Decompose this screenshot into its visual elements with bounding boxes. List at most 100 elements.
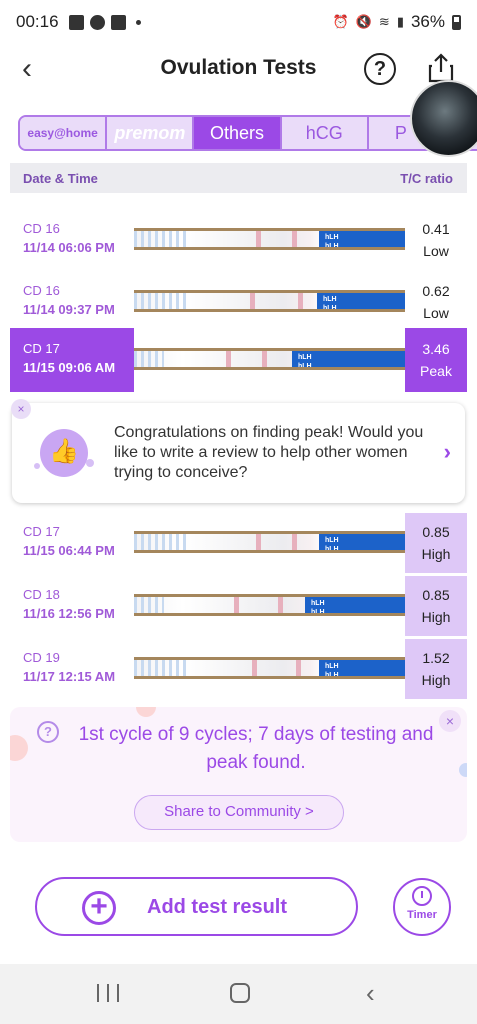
mute-icon: 🔇: [355, 14, 372, 29]
cycle-day: CD 16: [23, 221, 60, 236]
test-datetime: 11/15 09:06 AM: [23, 360, 116, 375]
notification-icons: [68, 14, 141, 30]
test-row[interactable]: CD 19 11/17 12:15 AM hLH hLH 1.52 High: [10, 639, 467, 699]
checkbox-icon: [110, 14, 126, 30]
system-nav-bar: ‹: [0, 964, 477, 1024]
test-row[interactable]: CD 17 11/15 06:44 PM hLH hLH 0.85 High: [10, 513, 467, 573]
test-line: [256, 231, 261, 247]
system-icons: ⏰ 🔇 ≋ ▮ 36%: [333, 12, 461, 32]
ratio-value: 1.52: [422, 650, 450, 666]
test-date: CD 16 11/14 09:37 PM: [10, 272, 134, 332]
status-bar: 00:16 ⏰ 🔇 ≋ ▮ 36%: [0, 0, 477, 44]
test-line: [234, 597, 239, 613]
test-strip-image: hLH hLH: [134, 228, 405, 250]
signal-icon: ▮: [396, 14, 404, 29]
help-button[interactable]: ?: [364, 53, 396, 85]
tc-ratio: 0.62 Low: [405, 272, 467, 332]
add-test-result-button[interactable]: + Add test result: [35, 877, 358, 936]
strip-absorbent-end: [134, 660, 190, 676]
strip-handle: hLH hLH: [317, 293, 405, 309]
ratio-level: High: [421, 609, 451, 625]
recent-apps-button[interactable]: [97, 984, 119, 1002]
strip-absorbent-end: [134, 597, 164, 613]
test-line: [226, 351, 231, 367]
tc-ratio: 3.46 Peak: [405, 328, 467, 392]
column-ratio: T/C ratio: [400, 170, 453, 186]
test-strip-image: hLH hLH: [134, 657, 405, 679]
ratio-value: 3.46: [422, 341, 450, 357]
table-header: Date & Time T/C ratio: [10, 163, 467, 193]
strip-handle: hLH hLH: [319, 534, 405, 550]
tab-hcg[interactable]: hCG: [281, 117, 369, 149]
decor-bubble: [86, 459, 94, 467]
control-line: [296, 660, 301, 676]
test-date: CD 17 11/15 09:06 AM: [10, 328, 134, 392]
ratio-value: 0.41: [422, 221, 450, 237]
tab-others[interactable]: Others: [194, 117, 282, 149]
plus-icon: +: [82, 891, 116, 925]
add-test-label: Add test result: [147, 896, 288, 918]
test-date: CD 18 11/16 12:56 PM: [10, 576, 134, 636]
share-to-community-button[interactable]: Share to Community >: [134, 795, 344, 830]
control-line: [292, 534, 297, 550]
test-row[interactable]: CD 16 11/14 06:06 PM hLH hLH 0.41 Low: [10, 210, 467, 270]
decor-bubble: [34, 463, 40, 469]
strip-handle: hLH hLH: [305, 597, 405, 613]
ratio-level: High: [421, 546, 451, 562]
brand-tabs: easy@home premom Others hCG P: [18, 115, 477, 151]
tc-ratio: 0.85 High: [405, 513, 467, 573]
ratio-value: 0.62: [422, 283, 450, 299]
cycle-day: CD 19: [23, 650, 60, 665]
test-date: CD 17 11/15 06:44 PM: [10, 513, 134, 573]
cycle-day: CD 18: [23, 587, 60, 602]
app-header: ‹ Ovulation Tests ?: [0, 44, 477, 94]
test-row[interactable]: CD 16 11/14 09:37 PM hLH hLH 0.62 Low: [10, 272, 467, 332]
cycle-day: CD 16: [23, 283, 60, 298]
cycle-summary-text: 1st cycle of 9 cycles; 7 days of testing…: [78, 724, 434, 773]
tab-easyhome[interactable]: easy@home: [20, 117, 108, 149]
test-date: CD 19 11/17 12:15 AM: [10, 639, 134, 699]
strip-handle: hLH hLH: [319, 231, 405, 247]
test-row-peak[interactable]: CD 17 11/15 09:06 AM hLH hLH 3.46 Peak: [10, 328, 467, 392]
test-strip-image: hLH hLH: [134, 531, 405, 553]
strip-absorbent-end: [134, 231, 190, 247]
test-line: [252, 660, 257, 676]
timer-button[interactable]: Timer: [393, 878, 451, 936]
system-back-button[interactable]: ‹: [366, 978, 375, 1009]
battery-icon: [452, 14, 461, 30]
test-line: [256, 534, 261, 550]
test-datetime: 11/17 12:15 AM: [23, 669, 116, 684]
strip-absorbent-end: [134, 293, 190, 309]
test-date: CD 16 11/14 06:06 PM: [10, 210, 134, 270]
close-icon[interactable]: ×: [11, 399, 31, 419]
test-row[interactable]: CD 18 11/16 12:56 PM hLH hLH 0.85 High: [10, 576, 467, 636]
decor-circle: [459, 763, 467, 777]
strip-absorbent-end: [134, 351, 164, 367]
tab-premom[interactable]: premom: [107, 117, 195, 149]
column-date: Date & Time: [23, 170, 98, 186]
home-button[interactable]: [230, 983, 250, 1003]
test-datetime: 11/14 09:37 PM: [23, 302, 115, 317]
control-line: [278, 597, 283, 613]
decor-circle: [10, 735, 28, 761]
floating-avatar[interactable]: [410, 80, 477, 157]
ratio-level: High: [421, 672, 451, 688]
ratio-value: 0.85: [422, 524, 450, 540]
strip-handle: hLH hLH: [319, 660, 405, 676]
test-datetime: 11/15 06:44 PM: [23, 543, 115, 558]
test-datetime: 11/16 12:56 PM: [23, 606, 115, 621]
messenger-icon: [89, 14, 105, 30]
ratio-value: 0.85: [422, 587, 450, 603]
cycle-summary-card: × ? 1st cycle of 9 cycles; 7 days of tes…: [10, 707, 467, 842]
test-strip-image: hLH hLH: [134, 290, 405, 312]
cycle-day: CD 17: [23, 341, 60, 356]
review-prompt-card[interactable]: × 👍 Congratulations on finding peak! Wou…: [11, 399, 465, 503]
timer-label: Timer: [407, 909, 437, 921]
test-line: [250, 293, 255, 309]
question-icon[interactable]: ?: [37, 721, 59, 743]
thumbs-up-icon: 👍: [40, 429, 88, 477]
ratio-level: Low: [423, 305, 449, 321]
cycle-day: CD 17: [23, 524, 60, 539]
battery-percent: 36%: [410, 12, 445, 31]
chevron-right-icon[interactable]: ›: [444, 439, 451, 465]
